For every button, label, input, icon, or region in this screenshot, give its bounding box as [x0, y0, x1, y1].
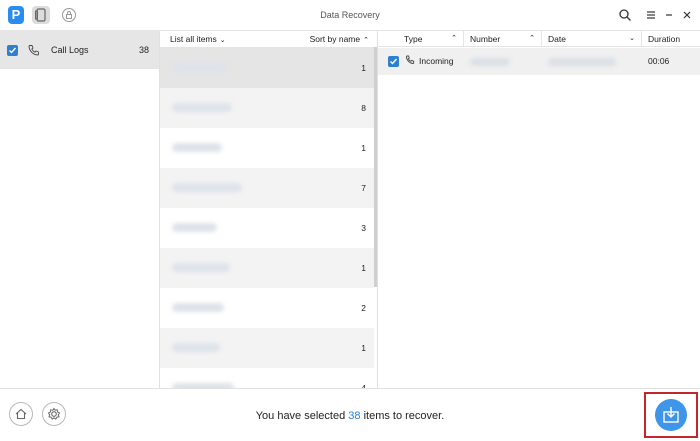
list-item[interactable]: 7 [160, 168, 374, 208]
blurred-contact-name [172, 63, 227, 72]
sort-asc-icon: ⌃ [451, 35, 457, 42]
column-label: Duration [648, 34, 681, 44]
list-filter-dropdown[interactable]: List all items ⌄ [170, 34, 226, 44]
phone-icon [27, 43, 41, 57]
sidebar-item-count: 38 [138, 45, 149, 55]
sidebar-item-call-logs[interactable]: Call Logs 38 [0, 31, 159, 69]
column-header-duration[interactable]: Duration [642, 31, 700, 47]
list-scrollbar[interactable] [374, 47, 377, 287]
list-item[interactable]: 2 [160, 288, 374, 328]
blurred-contact-name [172, 343, 220, 352]
list-item-count: 1 [361, 143, 366, 153]
blurred-phone-number [470, 58, 510, 66]
chevron-down-icon: ⌄ [629, 35, 635, 42]
close-icon[interactable] [680, 8, 694, 22]
list-item-count: 8 [361, 103, 366, 113]
chevron-up-icon: ⌃ [363, 37, 369, 44]
list-item[interactable]: 1 [160, 128, 374, 168]
list-header: List all items ⌄ Sort by name ⌃ [160, 31, 377, 48]
list-item-count: 7 [361, 183, 366, 193]
blurred-contact-name [172, 263, 230, 272]
column-label: Number [470, 34, 501, 44]
list-item[interactable]: 1 [160, 248, 374, 288]
category-sidebar: Call Logs 38 [0, 31, 160, 388]
list-filter-label: List all items [170, 34, 217, 44]
sort-asc-icon: ⌃ [529, 35, 535, 42]
search-icon[interactable] [618, 8, 632, 22]
selected-count: 38 [348, 410, 361, 422]
list-item-count: 1 [361, 263, 366, 273]
minimize-icon[interactable] [662, 8, 676, 22]
incoming-call-icon [405, 55, 415, 65]
column-label: Date [548, 34, 566, 44]
blurred-contact-name [172, 103, 232, 112]
recover-button[interactable] [655, 399, 687, 431]
list-item-count: 3 [361, 223, 366, 233]
list-item[interactable]: 8 [160, 88, 374, 128]
selection-status: You have selected 38 items to recover. [0, 410, 700, 422]
sort-label: Sort by name [309, 34, 361, 44]
column-header-date[interactable]: Date ⌄ [542, 31, 642, 47]
row-checkbox[interactable] [388, 56, 399, 67]
title-bar: P Data Recovery [0, 0, 700, 31]
blurred-call-date [548, 58, 616, 66]
blurred-contact-name [172, 223, 217, 232]
list-item[interactable]: 4 [160, 368, 374, 388]
bottom-bar: You have selected 38 items to recover. [0, 388, 700, 441]
blurred-contact-name [172, 303, 224, 312]
column-header-number[interactable]: Number ⌃ [464, 31, 542, 47]
status-prefix: You have selected [255, 410, 349, 422]
call-duration: 00:06 [648, 56, 670, 66]
recover-highlight [644, 392, 698, 438]
window-title: Data Recovery [320, 10, 380, 20]
blurred-contact-name [172, 143, 222, 152]
call-type: Incoming [419, 56, 454, 66]
list-item-count: 1 [361, 343, 366, 353]
column-label: Type [404, 34, 423, 44]
sidebar-item-label: Call Logs [51, 45, 89, 55]
status-suffix: items to recover. [360, 410, 445, 422]
download-icon [663, 407, 679, 423]
sort-dropdown[interactable]: Sort by name ⌃ [310, 34, 369, 44]
list-item[interactable]: 1 [160, 48, 374, 88]
menu-icon[interactable] [644, 8, 658, 22]
chevron-down-icon: ⌄ [219, 37, 226, 44]
call-logs-checkbox[interactable] [7, 45, 18, 56]
list-item[interactable]: 3 [160, 208, 374, 248]
list-item[interactable]: 1 [160, 328, 374, 368]
blurred-contact-name [172, 183, 242, 192]
table-row[interactable]: Incoming 00:06 [378, 48, 700, 75]
call-log-table: Type ⌃ Number ⌃ Date ⌄ Duration Incoming 00… [378, 31, 700, 388]
list-item-count: 2 [361, 303, 366, 313]
column-header-type[interactable]: Type ⌃ [378, 31, 464, 47]
list-item-count: 1 [361, 63, 366, 73]
contact-list-panel: List all items ⌄ Sort by name ⌃ 1 8 1 7 3 … [160, 31, 378, 388]
